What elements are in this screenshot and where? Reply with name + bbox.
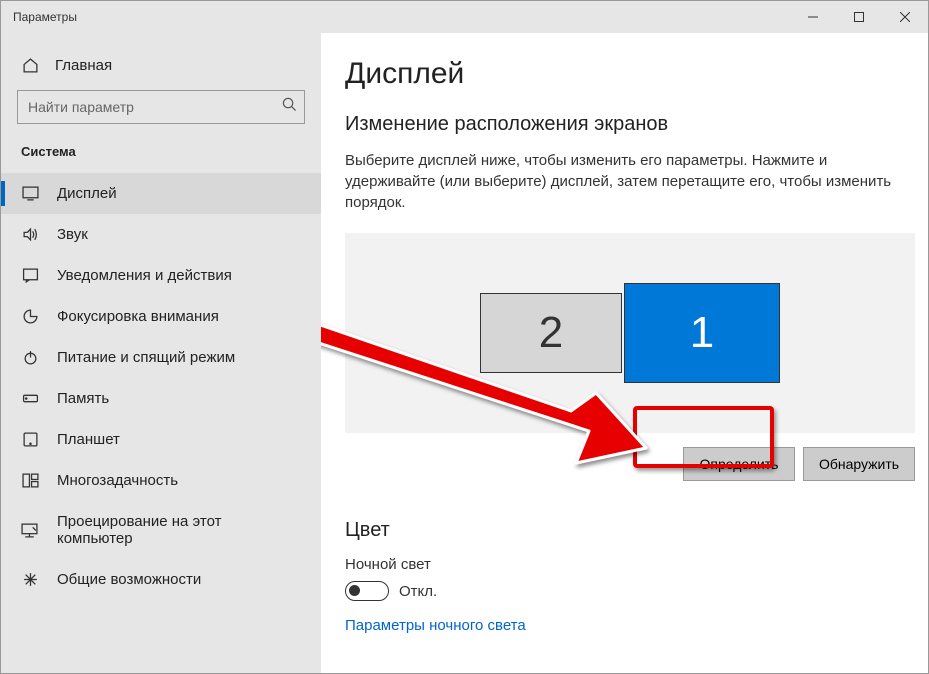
sidebar-item-focus[interactable]: Фокусировка внимания xyxy=(1,296,321,337)
tablet-icon xyxy=(21,431,39,448)
sidebar-item-label: Звук xyxy=(57,226,88,243)
toggle-state-text: Откл. xyxy=(399,583,437,600)
sidebar-item-label: Уведомления и действия xyxy=(57,267,232,284)
maximize-button[interactable] xyxy=(836,1,882,33)
display-arrangement-area[interactable]: 2 1 xyxy=(345,233,915,433)
window-controls xyxy=(790,1,928,33)
search-icon xyxy=(282,97,297,117)
multitasking-icon xyxy=(21,472,39,489)
sidebar-item-sound[interactable]: Звук xyxy=(1,214,321,255)
storage-icon xyxy=(21,390,39,407)
sidebar-item-label: Память xyxy=(57,390,109,407)
sidebar: Главная Система Дисплей Звук Уведомления… xyxy=(1,33,321,673)
sidebar-item-label: Дисплей xyxy=(57,185,117,202)
detect-button[interactable]: Обнаружить xyxy=(803,447,915,481)
sidebar-item-label: Проецирование на этот компьютер xyxy=(57,513,301,547)
section-title: Система xyxy=(1,144,321,173)
display-tile-1[interactable]: 1 xyxy=(624,283,780,383)
minimize-button[interactable] xyxy=(790,1,836,33)
shared-icon xyxy=(21,571,39,588)
night-light-toggle[interactable] xyxy=(345,581,389,601)
page-title: Дисплей xyxy=(345,57,896,91)
home-label: Главная xyxy=(55,57,112,74)
sidebar-item-tablet[interactable]: Планшет xyxy=(1,419,321,460)
notifications-icon xyxy=(21,267,39,284)
arrange-description: Выберите дисплей ниже, чтобы изменить ег… xyxy=(345,150,896,213)
projecting-icon xyxy=(21,522,39,539)
color-heading: Цвет xyxy=(345,519,896,542)
sidebar-item-projecting[interactable]: Проецирование на этот компьютер xyxy=(1,501,321,559)
sidebar-item-label: Фокусировка внимания xyxy=(57,308,219,325)
display-tile-2[interactable]: 2 xyxy=(480,293,622,373)
sidebar-item-multitasking[interactable]: Многозадачность xyxy=(1,460,321,501)
search-input[interactable] xyxy=(17,90,305,124)
identify-button[interactable]: Определить xyxy=(683,447,795,481)
sidebar-item-label: Питание и спящий режим xyxy=(57,349,235,366)
sidebar-item-storage[interactable]: Память xyxy=(1,378,321,419)
display-buttons-row: Определить Обнаружить xyxy=(345,447,915,481)
titlebar: Параметры xyxy=(1,1,928,33)
sidebar-item-label: Планшет xyxy=(57,431,120,448)
search-container xyxy=(17,90,305,124)
sidebar-item-display[interactable]: Дисплей xyxy=(1,173,321,214)
home-icon xyxy=(21,57,39,74)
sidebar-item-label: Общие возможности xyxy=(57,571,201,588)
main-content: Дисплей Изменение расположения экранов В… xyxy=(321,33,928,673)
night-light-settings-link[interactable]: Параметры ночного света xyxy=(345,617,896,634)
close-button[interactable] xyxy=(882,1,928,33)
sidebar-item-shared[interactable]: Общие возможности xyxy=(1,559,321,600)
sidebar-item-label: Многозадачность xyxy=(57,472,178,489)
sound-icon xyxy=(21,226,39,243)
night-light-label: Ночной свет xyxy=(345,556,896,573)
home-link[interactable]: Главная xyxy=(1,49,321,90)
sidebar-item-power[interactable]: Питание и спящий режим xyxy=(1,337,321,378)
arrange-heading: Изменение расположения экранов xyxy=(345,113,896,136)
sidebar-item-notifications[interactable]: Уведомления и действия xyxy=(1,255,321,296)
window-title: Параметры xyxy=(13,10,77,24)
display-icon xyxy=(21,185,39,202)
focus-icon xyxy=(21,308,39,325)
power-icon xyxy=(21,349,39,366)
